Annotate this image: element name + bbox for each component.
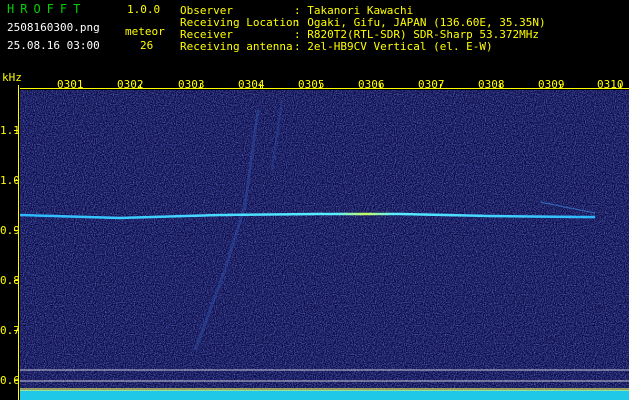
- x-tick: [80, 84, 81, 89]
- level-bar: [20, 390, 629, 400]
- antenna-value: : 2el-HB9CV Vertical (el. E-W): [294, 40, 493, 53]
- x-tick: [500, 84, 501, 89]
- y-axis-unit: kHz: [2, 71, 22, 84]
- spectrogram-svg: [20, 90, 629, 400]
- x-tick: [320, 84, 321, 89]
- x-tick: [440, 84, 441, 89]
- x-tick: [620, 84, 621, 89]
- x-tick: [200, 84, 201, 89]
- y-tick: [14, 330, 19, 331]
- datetime: 25.08.16 03:00: [7, 39, 100, 52]
- meteor-count: 26: [140, 39, 154, 52]
- spectrogram: [20, 90, 629, 400]
- app-title: HROFFT: [7, 2, 87, 16]
- x-axis-line: [20, 88, 629, 89]
- x-tick: [560, 84, 561, 89]
- x-tick: [260, 84, 261, 89]
- antenna-label: Receiving antenna: [180, 40, 293, 53]
- noise-texture: [20, 90, 629, 400]
- y-tick: [14, 380, 19, 381]
- app-version: 1.0.0: [127, 3, 161, 16]
- y-tick: [14, 130, 19, 131]
- file-name: 2508160300.png: [7, 21, 100, 34]
- x-tick: [140, 84, 141, 89]
- meteor-label: meteor: [125, 25, 165, 38]
- y-tick: [14, 280, 19, 281]
- y-tick: [14, 230, 19, 231]
- level-bar-peaks: [20, 388, 629, 391]
- x-tick: [380, 84, 381, 89]
- y-axis-line: [18, 85, 19, 400]
- y-tick: [14, 180, 19, 181]
